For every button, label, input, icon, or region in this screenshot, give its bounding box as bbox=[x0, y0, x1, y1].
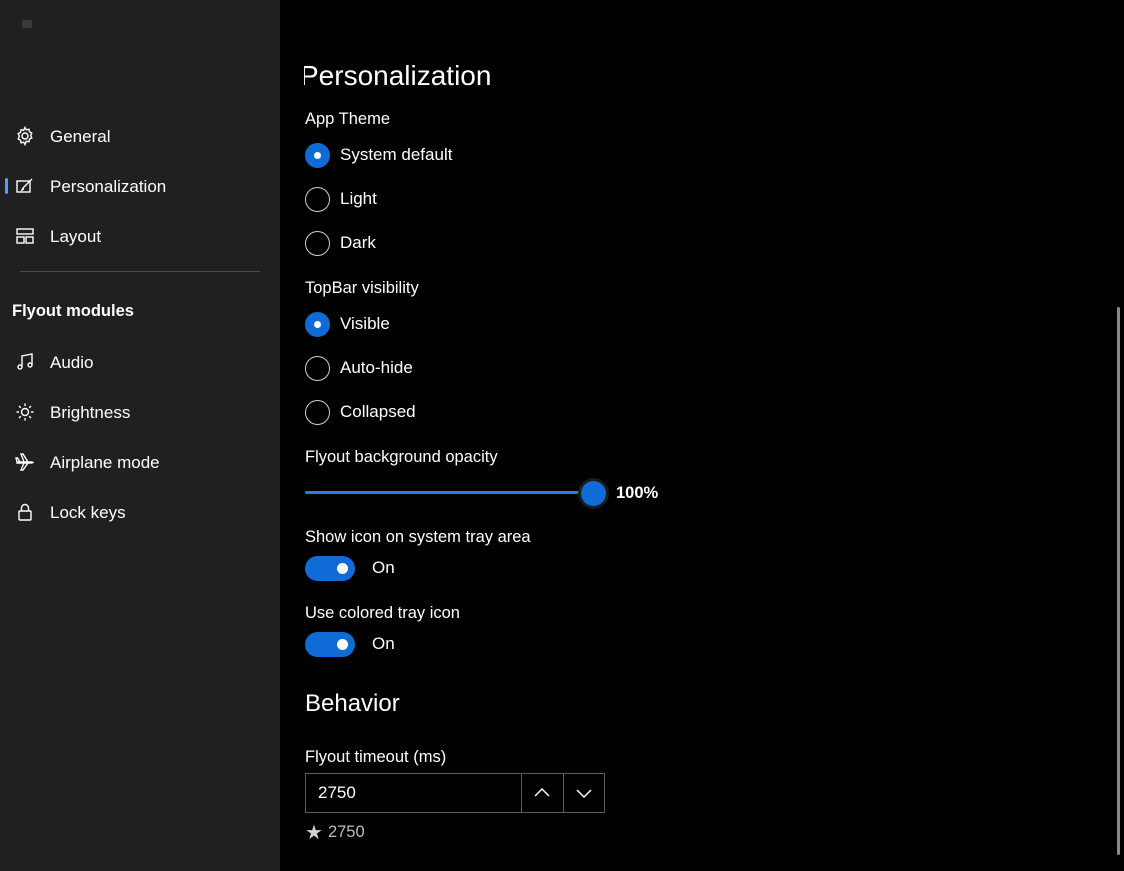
slider-thumb[interactable] bbox=[581, 481, 606, 506]
sidebar-item-lock-keys[interactable]: Lock keys bbox=[0, 492, 280, 532]
sidebar-item-label: General bbox=[50, 127, 111, 146]
sidebar-item-airplane-mode[interactable]: Airplane mode bbox=[0, 442, 280, 482]
radio-label: Dark bbox=[340, 233, 376, 252]
colored-tray-label: Use colored tray icon bbox=[305, 604, 460, 622]
sidebar-item-label: Personalization bbox=[50, 177, 167, 196]
sidebar-item-audio[interactable]: Audio bbox=[0, 342, 280, 382]
timeout-label: Flyout timeout (ms) bbox=[305, 748, 447, 766]
slider-fill bbox=[305, 491, 593, 494]
radio-auto-hide[interactable]: Auto-hide bbox=[305, 355, 413, 381]
radio-label: Collapsed bbox=[340, 402, 416, 421]
chevron-up-icon bbox=[534, 787, 550, 797]
gear-icon bbox=[14, 126, 36, 146]
sidebar-item-brightness[interactable]: Brightness bbox=[0, 392, 280, 432]
selection-indicator bbox=[5, 128, 8, 144]
star-icon: ★ bbox=[305, 822, 323, 844]
airplane-icon bbox=[14, 452, 36, 472]
chevron-down-icon bbox=[576, 789, 592, 799]
radio-visible[interactable]: Visible bbox=[305, 311, 390, 337]
tray-icon-label: Show icon on system tray area bbox=[305, 528, 531, 546]
lock-icon bbox=[14, 502, 36, 522]
radio-system-default[interactable]: System default bbox=[305, 142, 452, 168]
toggle-state-label: On bbox=[372, 634, 395, 653]
radio-dark[interactable]: Dark bbox=[305, 230, 376, 256]
radio-light[interactable]: Light bbox=[305, 186, 377, 212]
colored-tray-toggle[interactable] bbox=[305, 631, 355, 657]
colored-tray-toggle-row: On bbox=[305, 631, 395, 657]
page-title: Personalization bbox=[300, 60, 492, 91]
sidebar-item-label: Audio bbox=[50, 353, 94, 372]
opacity-label: Flyout background opacity bbox=[305, 448, 498, 466]
slider-track bbox=[305, 491, 593, 494]
sidebar-divider bbox=[20, 271, 260, 272]
tray-icon-toggle-row: On bbox=[305, 555, 395, 581]
topbar-visibility-label: TopBar visibility bbox=[305, 279, 419, 297]
tray-icon-toggle[interactable] bbox=[305, 555, 355, 581]
selection-indicator bbox=[5, 228, 8, 244]
toggle-knob bbox=[337, 638, 348, 650]
sidebar: General Personalization Layout Flyout mo… bbox=[0, 0, 280, 871]
section-heading-flyout-modules: Flyout modules bbox=[12, 302, 134, 320]
music-icon bbox=[14, 352, 36, 372]
timeout-number-box bbox=[305, 773, 605, 813]
radio-button[interactable] bbox=[305, 186, 330, 212]
brightness-icon bbox=[14, 402, 36, 422]
increment-button[interactable] bbox=[521, 774, 563, 812]
radio-button-checked[interactable] bbox=[305, 311, 330, 337]
radio-label: Auto-hide bbox=[340, 358, 413, 377]
app-window: General Personalization Layout Flyout mo… bbox=[0, 0, 1124, 871]
default-value: 2750 bbox=[327, 823, 365, 841]
radio-label: Visible bbox=[340, 314, 390, 333]
radio-label: Light bbox=[340, 189, 377, 208]
scrollbar-thumb[interactable] bbox=[1117, 307, 1120, 855]
app-theme-label: App Theme bbox=[305, 110, 390, 128]
sidebar-item-general[interactable]: General bbox=[0, 116, 280, 156]
personalize-icon bbox=[14, 176, 36, 196]
radio-button-checked[interactable] bbox=[305, 142, 330, 168]
radio-button[interactable] bbox=[305, 230, 330, 256]
sidebar-item-label: Brightness bbox=[50, 403, 131, 422]
selection-indicator bbox=[5, 178, 8, 194]
radio-button[interactable] bbox=[305, 355, 330, 381]
settings-content: Personalization App Theme System default… bbox=[280, 0, 1124, 871]
app-icon bbox=[22, 20, 32, 28]
opacity-value: 100% bbox=[616, 484, 659, 502]
radio-label: System default bbox=[340, 145, 453, 164]
behavior-heading: Behavior bbox=[305, 690, 400, 717]
decrement-button[interactable] bbox=[562, 774, 605, 812]
radio-button[interactable] bbox=[305, 399, 330, 425]
default-value-hint: ★ 2750 bbox=[305, 820, 365, 845]
timeout-input[interactable] bbox=[306, 774, 521, 812]
sidebar-item-label: Airplane mode bbox=[50, 453, 160, 472]
radio-collapsed[interactable]: Collapsed bbox=[305, 399, 416, 425]
sidebar-item-layout[interactable]: Layout bbox=[0, 216, 280, 256]
toggle-knob bbox=[337, 562, 348, 574]
sidebar-item-personalization[interactable]: Personalization bbox=[0, 166, 280, 206]
sidebar-item-label: Lock keys bbox=[50, 503, 126, 522]
layout-icon bbox=[14, 226, 36, 246]
sidebar-item-label: Layout bbox=[50, 227, 102, 246]
opacity-slider[interactable] bbox=[305, 481, 606, 506]
toggle-state-label: On bbox=[372, 558, 395, 577]
